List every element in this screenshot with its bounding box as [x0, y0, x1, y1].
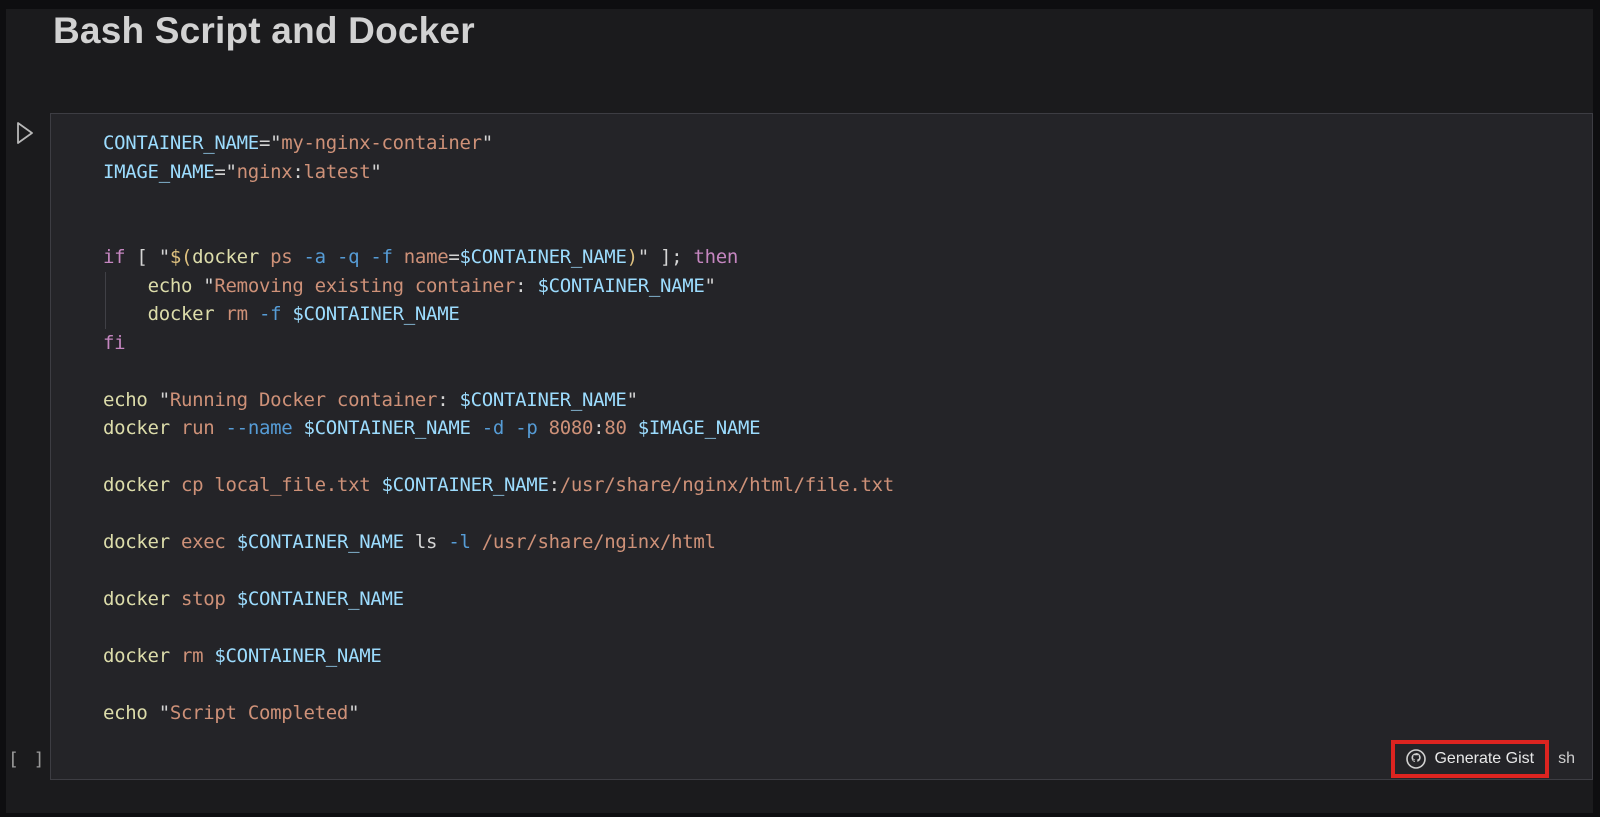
code-line: CONTAINER_NAME="my-nginx-container" — [51, 129, 1592, 158]
code-line: echo "Running Docker container: $CONTAIN… — [51, 386, 1592, 415]
code-line: IMAGE_NAME="nginx:latest" — [51, 158, 1592, 187]
window-edge-right — [1593, 0, 1600, 817]
code-line: docker cp local_file.txt $CONTAINER_NAME… — [51, 471, 1592, 500]
github-icon — [1406, 749, 1426, 769]
window-edge-left — [0, 0, 6, 817]
code-line: echo "Removing existing container: $CONT… — [51, 272, 1592, 301]
run-cell-button[interactable] — [12, 121, 38, 149]
code-line: docker rm $CONTAINER_NAME — [51, 642, 1592, 671]
code-line: if [ "$(docker ps -a -q -f name=$CONTAIN… — [51, 243, 1592, 272]
play-icon — [14, 120, 36, 151]
execution-count-indicator: [ ] — [8, 749, 47, 770]
window-edge-top — [0, 0, 1600, 9]
code-line: docker run --name $CONTAINER_NAME -d -p … — [51, 414, 1592, 443]
generate-gist-label: Generate Gist — [1434, 750, 1534, 768]
cell-language-label[interactable]: sh — [1558, 750, 1577, 768]
cell-status-bar: Generate Gist sh — [1391, 740, 1577, 778]
window-edge-bottom — [0, 813, 1600, 817]
code-line — [51, 614, 1592, 643]
code-area: CONTAINER_NAME="my-nginx-container"IMAGE… — [51, 129, 1592, 728]
code-line — [51, 671, 1592, 700]
page-title: Bash Script and Docker — [53, 10, 475, 52]
code-line — [51, 500, 1592, 529]
generate-gist-button[interactable]: Generate Gist — [1391, 740, 1549, 778]
code-line: docker rm -f $CONTAINER_NAME — [51, 300, 1592, 329]
code-line: fi — [51, 329, 1592, 358]
code-cell[interactable]: CONTAINER_NAME="my-nginx-container"IMAGE… — [50, 113, 1593, 780]
code-line — [51, 186, 1592, 215]
code-line: echo "Script Completed" — [51, 699, 1592, 728]
code-line: docker exec $CONTAINER_NAME ls -l /usr/s… — [51, 528, 1592, 557]
code-line — [51, 443, 1592, 472]
code-line: docker stop $CONTAINER_NAME — [51, 585, 1592, 614]
code-line — [51, 557, 1592, 586]
code-line — [51, 215, 1592, 244]
code-line — [51, 357, 1592, 386]
